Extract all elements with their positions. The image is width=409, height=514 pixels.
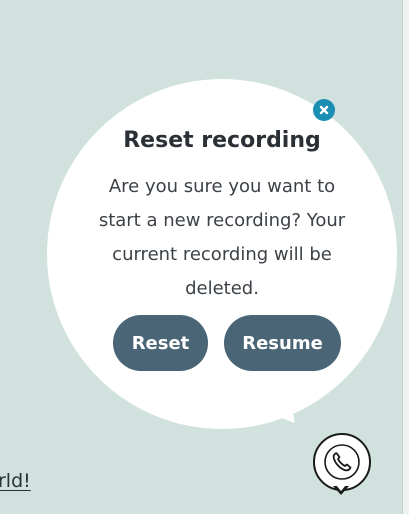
dialog-message: Are you sure you want to start a new rec… [98, 176, 346, 299]
call-widget-tail-inner [336, 485, 346, 491]
resume-button[interactable]: Resume [224, 315, 341, 371]
reset-button[interactable]: Reset [113, 315, 208, 371]
page-scrollbar [402, 0, 409, 514]
close-button[interactable] [313, 99, 335, 121]
background-link[interactable]: rld! [0, 470, 31, 492]
call-widget-button[interactable] [313, 433, 371, 491]
phone-icon [324, 444, 360, 480]
close-icon [319, 105, 329, 115]
dialog-title: Reset recording [123, 128, 321, 153]
dialog-bubble-tail [220, 385, 295, 433]
